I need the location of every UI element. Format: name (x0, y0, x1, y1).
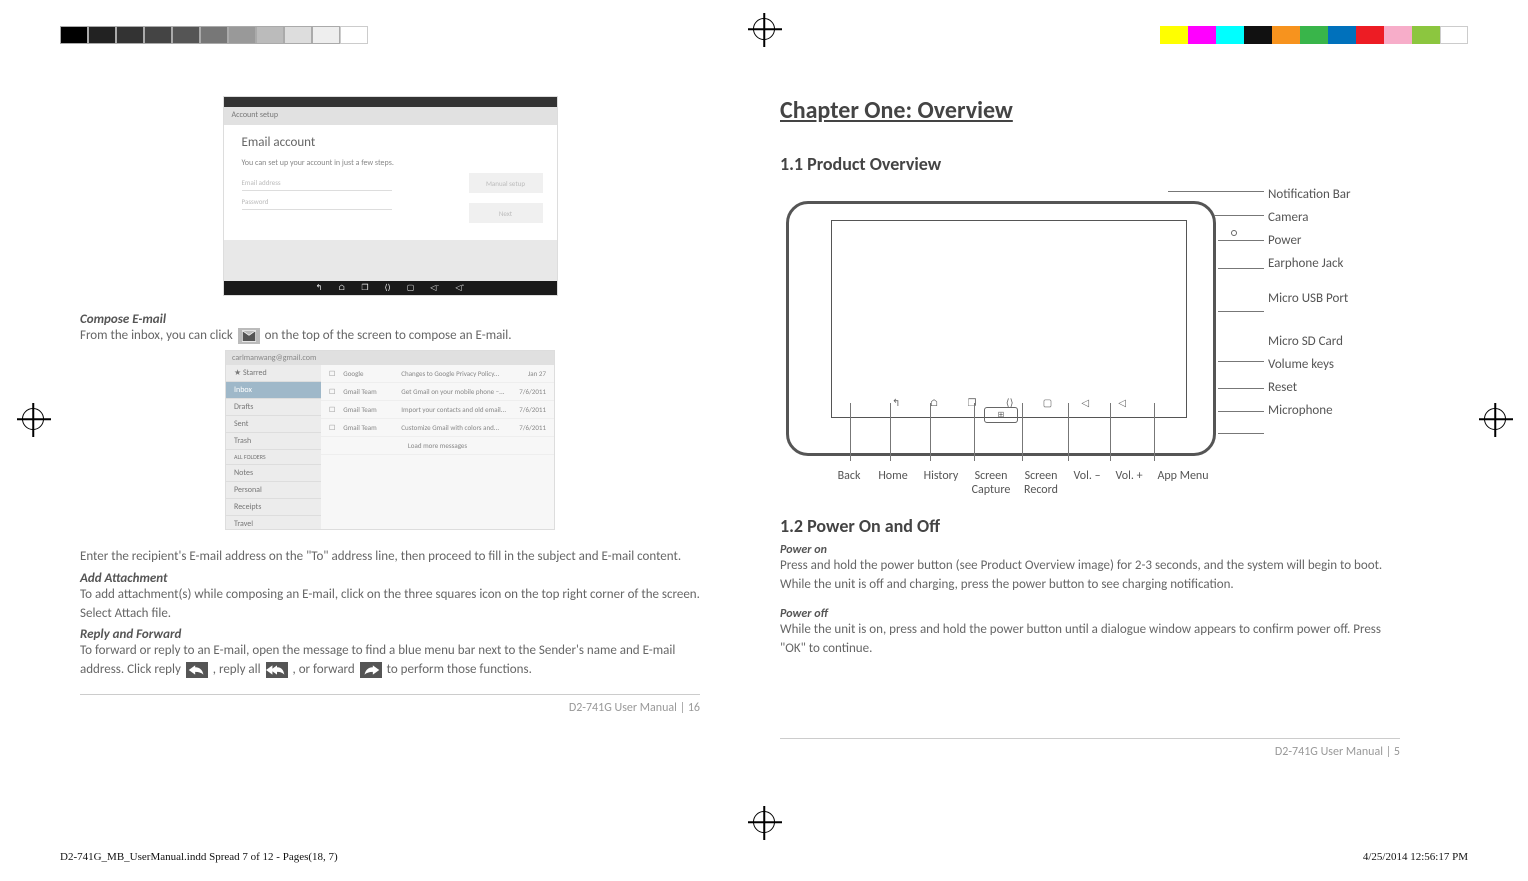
diagram-labels-bottom: Back Home History Screen Capture Screen … (828, 469, 1216, 497)
power-off-paragraph: While the unit is on, press and hold the… (780, 621, 1400, 659)
label-history: History (916, 469, 966, 497)
section-1-1-heading: 1.1 Product Overview (780, 153, 1400, 175)
recipient-paragraph: Enter the recipient's E-mail address on … (80, 548, 700, 567)
page-footer-right: D2-741G User Manual | 5 (780, 739, 1400, 759)
page-left: Account setup Email account You can set … (80, 66, 700, 789)
email-account-title: Email account (242, 135, 539, 150)
compose-paragraph: From the inbox, you can click on the top… (80, 327, 700, 346)
email-setup-screenshot: Account setup Email account You can set … (223, 96, 558, 296)
email-account-subtitle: You can set up your account in just a fe… (242, 158, 539, 168)
home-button-icon: ⊞ (984, 407, 1018, 423)
product-overview-diagram: ↰⌂❐⟨⟩▢◁◁ ⊞ (770, 181, 1430, 501)
reply-all-icon (266, 662, 288, 678)
label-vol-up: Vol. + (1108, 469, 1150, 497)
chapter-title: Chapter One: Overview (780, 96, 1400, 125)
add-attachment-paragraph: To add attachment(s) while composing an … (80, 586, 700, 624)
label-vol-down: Vol. – (1066, 469, 1108, 497)
label-camera: Camera (1268, 210, 1351, 225)
label-micro-sd: Micro SD Card (1268, 334, 1351, 349)
label-screen-capture: Screen Capture (966, 469, 1016, 497)
power-on-paragraph: Press and hold the power button (see Pro… (780, 557, 1400, 595)
power-on-heading: Power on (780, 543, 1400, 557)
label-home: Home (870, 469, 916, 497)
label-app-menu: App Menu (1150, 469, 1216, 497)
label-reset: Reset (1268, 380, 1351, 395)
file-info: D2-741G_MB_UserManual.indd Spread 7 of 1… (60, 851, 338, 863)
load-more: Load more messages (321, 437, 554, 455)
android-navbar: ↰⌂❐⟨⟩▢◁⁻◁⁺ (224, 281, 557, 295)
label-earphone-jack: Earphone Jack (1268, 256, 1351, 271)
diagram-labels-right: Notification Bar Camera Power Earphone J… (1268, 187, 1351, 426)
forward-icon (360, 662, 382, 678)
reply-icon (186, 662, 208, 678)
label-volume-keys: Volume keys (1268, 357, 1351, 372)
spread-metadata: D2-741G_MB_UserManual.indd Spread 7 of 1… (60, 851, 1468, 863)
compose-icon (238, 328, 260, 344)
label-notification-bar: Notification Bar (1268, 187, 1351, 202)
page-footer-left: D2-741G User Manual | 16 (80, 695, 700, 715)
page-right: Chapter One: Overview 1.1 Product Overvi… (780, 66, 1400, 789)
label-screen-record: Screen Record (1016, 469, 1066, 497)
registration-mark-icon (753, 811, 775, 833)
label-micro-usb: Micro USB Port (1268, 291, 1351, 306)
section-1-2-heading: 1.2 Power On and Off (780, 515, 1400, 537)
reply-heading: Reply and Forward (80, 627, 700, 642)
manual-setup-button: Manual setup (469, 173, 543, 193)
next-button: Next (469, 203, 543, 223)
email-field: Email address (242, 178, 392, 191)
label-back: Back (828, 469, 870, 497)
label-power: Power (1268, 233, 1351, 248)
inbox-account: carlmanwang@gmail.com (226, 351, 554, 365)
add-attachment-heading: Add Attachment (80, 571, 700, 586)
compose-heading: Compose E-mail (80, 312, 700, 327)
camera-dot-icon (1231, 230, 1237, 236)
power-off-heading: Power off (780, 607, 1400, 621)
export-timestamp: 4/25/2014 12:56:17 PM (1363, 851, 1468, 863)
password-field: Password (242, 197, 392, 210)
screenshot-header: Account setup (224, 107, 557, 125)
label-microphone: Microphone (1268, 403, 1351, 418)
inbox-screenshot: carlmanwang@gmail.com ★ Starred Inbox Dr… (225, 350, 555, 530)
reply-paragraph: To forward or reply to an E-mail, open t… (80, 642, 700, 680)
